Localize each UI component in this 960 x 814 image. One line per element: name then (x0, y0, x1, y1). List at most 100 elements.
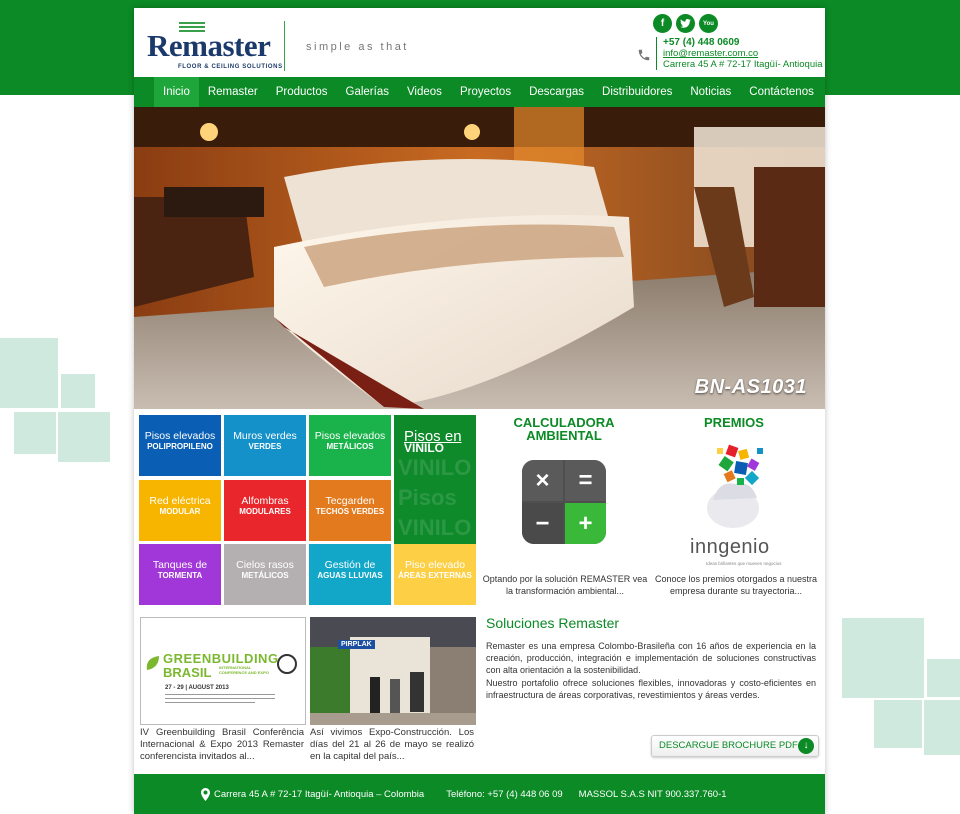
youtube-icon[interactable]: You (699, 14, 718, 33)
greenbuilding-badge: INTERNATIONAL CONFERENCE AND EXPO (219, 665, 269, 675)
tile-subtitle: METÁLICOS (326, 442, 374, 451)
calc-minus-key: − (522, 503, 563, 544)
nav-item-videos[interactable]: Videos (398, 77, 451, 107)
tile-title: Tanques de (152, 559, 208, 571)
decor-square (14, 412, 56, 454)
nav-item-galerias[interactable]: Galerías (337, 77, 398, 107)
nav-item-remaster[interactable]: Remaster (199, 77, 267, 107)
brain-bulb-icon[interactable] (699, 440, 777, 532)
calculator-icon[interactable]: × = − + (522, 460, 606, 544)
decor-square (874, 700, 922, 748)
nav-item-proyectos[interactable]: Proyectos (451, 77, 520, 107)
soluciones-paragraph: Nuestro portafolio ofrece soluciones fle… (486, 678, 816, 700)
hero-slider[interactable]: BN-AS1031 (134, 107, 825, 409)
decor-square (842, 618, 924, 698)
header-phone[interactable]: +57 (4) 448 0609 (663, 37, 823, 48)
nav-item-inicio[interactable]: Inicio (154, 77, 199, 107)
greenbuilding-subtitle: BRASIL (163, 665, 212, 680)
brand-tagline: simple as that (306, 41, 409, 53)
social-links: f You (653, 14, 718, 33)
header-address: Carrera 45 A # 72-17 Itagüí- Antioquia (663, 59, 823, 70)
tile-title: Muros verdes (233, 430, 297, 442)
greenbuilding-fineprint (165, 694, 275, 695)
phone-icon (638, 49, 650, 61)
header-email[interactable]: info@remaster.com.co (663, 48, 823, 59)
tile-title: Red eléctrica (149, 495, 211, 507)
nav-item-productos[interactable]: Productos (267, 77, 337, 107)
tile-watermark: Pisos (398, 485, 457, 510)
brand-subtitle: FLOOR & CEILING SOLUTIONS (178, 64, 283, 70)
news-greenbuilding-text[interactable]: IV Greenbuilding Brasil Conferência Inte… (140, 727, 304, 763)
greenbuilding-fineprint (165, 702, 255, 703)
tile-red-electrica[interactable]: Red eléctrica MODULAR (139, 480, 221, 541)
leaf-icon (146, 656, 159, 670)
greenbuilding-fineprint (165, 698, 275, 699)
tile-title: Alfombras (241, 495, 289, 507)
tile-subtitle: METÁLICOS (241, 571, 289, 580)
download-brochure-label: DESCARGUE BROCHURE PDF (659, 740, 798, 751)
pirplak-sign: PIRPLAK (338, 640, 375, 649)
tile-title: Cielos rasos (236, 559, 294, 571)
twitter-icon[interactable] (676, 14, 695, 33)
tile-piso-areas-externas[interactable]: Piso elevado ÁREAS EXTERNAS (394, 544, 476, 605)
tile-aguas-lluvias[interactable]: Gestión de AGUAS LLUVIAS (309, 544, 391, 605)
decor-square (924, 700, 960, 755)
site-footer: Carrera 45 A # 72-17 Itagüí- Antioquia –… (134, 774, 825, 814)
gbc-seal-icon (277, 654, 297, 674)
expo-booth-photo (310, 617, 476, 725)
nav-item-noticias[interactable]: Noticias (681, 77, 740, 107)
nav-item-distribuidores[interactable]: Distribuidores (593, 77, 681, 107)
tile-subtitle: AGUAS LLUVIAS (317, 571, 383, 580)
calculadora-title[interactable]: CALCULADORA AMBIENTAL (484, 416, 644, 442)
soluciones-title: Soluciones Remaster (486, 615, 620, 631)
nav-item-descargas[interactable]: Descargas (520, 77, 593, 107)
brand-name: Remaster (147, 28, 271, 63)
inngenio-logo-text: inngenio (690, 536, 770, 558)
tile-watermark: VINILO (398, 515, 472, 540)
hero-bedroom-image (134, 107, 825, 409)
inngenio-logo-subtitle: Ideas brillantes que mueven negocios (706, 561, 782, 566)
decor-square (0, 338, 58, 408)
tile-subtitle: TECHOS VERDES (315, 507, 385, 516)
tile-watermark: VINILO (398, 455, 472, 480)
tile-tanques[interactable]: Tanques de TORMENTA (139, 544, 221, 605)
tile-muros-verdes[interactable]: Muros verdes VERDES (224, 415, 306, 476)
decor-square (61, 374, 95, 408)
premios-title[interactable]: PREMIOS (654, 416, 814, 429)
news-greenbuilding-image[interactable]: GREENBUILDING BRASIL INTERNATIONAL CONFE… (140, 617, 306, 725)
news-expo-text[interactable]: Así vivimos Expo-Construcción. Los días … (310, 727, 474, 763)
tile-tecgarden[interactable]: Tecgarden TECHOS VERDES (309, 480, 391, 541)
download-arrow-icon: ↓ (798, 738, 814, 754)
premios-description: Conoce los premios otorgados a nuestra e… (654, 574, 818, 596)
footer-phone: Teléfono: +57 (4) 448 06 09 (446, 788, 563, 800)
tile-subtitle: TORMENTA (157, 571, 203, 580)
tile-pisos-metalicos[interactable]: Pisos elevados METÁLICOS (309, 415, 391, 476)
facebook-icon[interactable]: f (653, 14, 672, 33)
hero-caption: BN-AS1031 (694, 376, 807, 398)
news-expo-image[interactable]: PIRPLAK (310, 617, 476, 725)
tile-title: Piso elevado (404, 559, 466, 571)
tile-subtitle: VERDES (248, 442, 282, 451)
tile-alfombras[interactable]: Alfombras MODULARES (224, 480, 306, 541)
greenbuilding-title: GREENBUILDING (163, 651, 279, 666)
tile-title: Tecgarden (325, 495, 375, 507)
tile-cielos-rasos[interactable]: Cielos rasos METÁLICOS (224, 544, 306, 605)
calculadora-description: Optando por la solución REMASTER vea la … (482, 574, 648, 596)
download-brochure-button[interactable]: DESCARGUE BROCHURE PDF ↓ (651, 735, 819, 757)
decor-square (927, 659, 960, 697)
footer-nit: MASSOL S.A.S NIT 900.337.760-1 (578, 788, 727, 800)
tile-subtitle: ÁREAS EXTERNAS (398, 571, 472, 580)
tile-subtitle: VINILO (404, 441, 445, 455)
tile-title: Pisos elevados (314, 430, 386, 442)
location-pin-icon (201, 787, 210, 801)
inngenio-logo[interactable]: inngenio (690, 536, 770, 559)
header-divider (284, 21, 285, 71)
nav-item-contactenos[interactable]: Contáctenos (740, 77, 823, 107)
tile-title: Pisos elevados (144, 430, 216, 442)
greenbuilding-date: 27 - 29 | AUGUST 2013 (165, 685, 229, 691)
tile-pisos-polipropileno[interactable]: Pisos elevados POLIPROPILENO (139, 415, 221, 476)
calc-equals-key: = (565, 460, 606, 501)
tile-subtitle: POLIPROPILENO (147, 442, 213, 451)
main-nav: Inicio Remaster Productos Galerías Video… (134, 77, 825, 107)
footer-address: Carrera 45 A # 72-17 Itagüí- Antioquia –… (214, 788, 425, 800)
